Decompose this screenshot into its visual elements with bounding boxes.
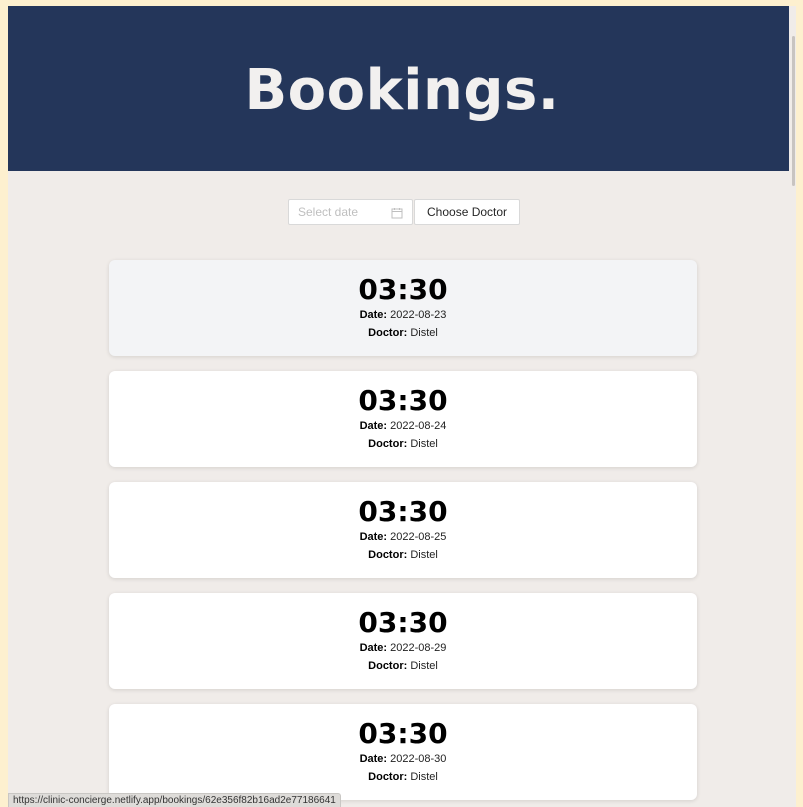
booking-doctor: Distel [410, 771, 438, 783]
date-picker[interactable] [288, 199, 413, 225]
date-label: Date: [359, 309, 388, 321]
booking-date-line: Date: 2022-08-24 [360, 417, 447, 435]
booking-time: 03:30 [358, 606, 448, 639]
booking-doctor: Distel [410, 549, 438, 561]
doctor-label: Doctor: [368, 660, 408, 672]
booking-time: 03:30 [358, 384, 448, 417]
booking-doctor-line: Doctor: Distel [368, 657, 438, 675]
booking-time: 03:30 [358, 273, 448, 306]
booking-card[interactable]: 03:30 Date: 2022-08-25 Doctor: Distel [109, 482, 697, 578]
doctor-label: Doctor: [368, 771, 408, 783]
booking-date-line: Date: 2022-08-30 [360, 750, 447, 768]
doctor-label: Doctor: [368, 438, 408, 450]
choose-doctor-button[interactable]: Choose Doctor [414, 199, 521, 225]
page-title: Bookings. [244, 58, 560, 123]
scrollbar-thumb[interactable] [792, 36, 795, 186]
booking-card[interactable]: 03:30 Date: 2022-08-24 Doctor: Distel [109, 371, 697, 467]
doctor-label: Doctor: [368, 549, 408, 561]
booking-doctor-line: Doctor: Distel [368, 435, 438, 453]
booking-card[interactable]: 03:30 Date: 2022-08-30 Doctor: Distel [109, 704, 697, 800]
vertical-scrollbar[interactable] [789, 6, 796, 807]
calendar-icon[interactable] [391, 206, 403, 219]
booking-doctor: Distel [410, 327, 438, 339]
booking-card[interactable]: 03:30 Date: 2022-08-23 Doctor: Distel [109, 260, 697, 356]
booking-doctor-line: Doctor: Distel [368, 546, 438, 564]
booking-doctor: Distel [410, 438, 438, 450]
booking-date: 2022-08-23 [390, 309, 447, 321]
booking-date: 2022-08-30 [390, 753, 447, 765]
booking-date: 2022-08-24 [390, 420, 447, 432]
booking-time: 03:30 [358, 495, 448, 528]
booking-list: 03:30 Date: 2022-08-23 Doctor: Distel 03… [109, 260, 697, 807]
date-label: Date: [359, 642, 388, 654]
date-label: Date: [359, 420, 388, 432]
date-label: Date: [359, 531, 388, 543]
booking-date-line: Date: 2022-08-25 [360, 528, 447, 546]
booking-date-line: Date: 2022-08-29 [360, 639, 447, 657]
page-header: Bookings. [8, 6, 796, 171]
date-label: Date: [359, 753, 388, 765]
filter-bar: Choose Doctor [288, 199, 521, 225]
booking-card[interactable]: 03:30 Date: 2022-08-29 Doctor: Distel [109, 593, 697, 689]
booking-date-line: Date: 2022-08-23 [360, 306, 447, 324]
date-input[interactable] [298, 205, 383, 219]
page-viewport: Bookings. Choose Doctor 03:30 Date: 2022… [8, 6, 796, 807]
booking-date: 2022-08-25 [390, 531, 447, 543]
booking-time: 03:30 [358, 717, 448, 750]
link-status-bar: https://clinic-concierge.netlify.app/boo… [8, 793, 341, 807]
booking-doctor: Distel [410, 660, 438, 672]
booking-doctor-line: Doctor: Distel [368, 768, 438, 786]
booking-date: 2022-08-29 [390, 642, 447, 654]
booking-doctor-line: Doctor: Distel [368, 324, 438, 342]
doctor-label: Doctor: [368, 327, 408, 339]
